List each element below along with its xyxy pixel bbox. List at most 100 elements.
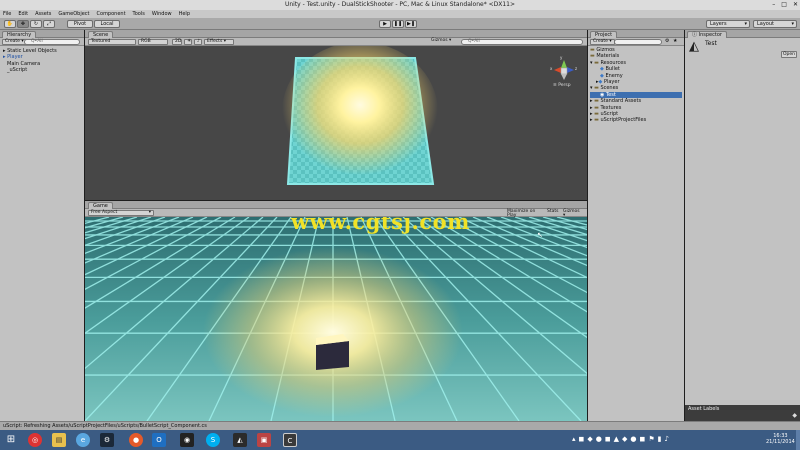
aspect-label: Free Aspect (91, 210, 118, 215)
layout-label: Layout (757, 21, 774, 27)
maximize-icon[interactable]: □ (781, 0, 787, 10)
obs-icon[interactable]: ◉ (180, 433, 194, 447)
steam-icon[interactable]: ⚙ (100, 433, 114, 447)
render-mode-dropdown[interactable]: Textured (88, 39, 136, 45)
axis-x-label: x (550, 66, 553, 71)
project-tree-label: Standard Assets (600, 98, 642, 105)
project-tree-item[interactable]: ▸ ▬ uScriptProjectFiles (590, 117, 682, 123)
tab-project[interactable]: Project (590, 31, 618, 38)
unity-taskbar-icon[interactable]: ◭ (233, 433, 247, 447)
prefab-icon: ◆ (600, 66, 604, 73)
stats-toggle[interactable]: Stats (545, 209, 561, 216)
open-button[interactable]: Open (781, 51, 797, 58)
volume-icon[interactable]: ♪ (664, 435, 671, 443)
tag-icon[interactable]: ◆ (792, 412, 797, 419)
menu-help[interactable]: Help (179, 10, 190, 18)
skype-icon[interactable]: S (206, 433, 220, 447)
mode-2d-toggle[interactable]: 2D (172, 39, 182, 45)
maximize-on-play-toggle[interactable]: Maximize on Play (505, 209, 543, 218)
hierarchy-list: ▸ Static Level Objects ▸ Player Main Cam… (0, 46, 84, 76)
persp-text: Persp (558, 83, 571, 88)
hand-tool-button[interactable]: ✋ (4, 20, 16, 28)
project-search-input[interactable] (614, 39, 662, 45)
menu-assets[interactable]: Assets (35, 10, 51, 18)
scale-tool-button[interactable]: ⤢ (43, 20, 55, 28)
project-tree-label: Resources (600, 59, 626, 66)
light-toggle[interactable]: ☀ (184, 39, 192, 45)
scene-gizmo[interactable]: y x z ≡ Persp (549, 55, 579, 92)
clock[interactable]: 16:33 21/11/2014 (766, 433, 795, 445)
windows-start-icon[interactable]: ⊞ (4, 433, 18, 447)
tray-app-icon[interactable]: ▲ (614, 435, 622, 443)
project-panel: Project Create ▾ ⚙ ★ ▬ Gizmos ▬ Material… (588, 30, 684, 421)
hierarchy-search-input[interactable]: Q•All (24, 39, 80, 45)
audio-toggle[interactable]: ♪ (194, 39, 202, 45)
pivot-toggle[interactable]: Pivot (67, 20, 93, 28)
pause-button[interactable]: ❚❚ (392, 20, 404, 28)
tab-scene[interactable]: Scene (88, 31, 114, 38)
game-viewport[interactable]: www.cgtsj.com ↖ (85, 217, 587, 421)
folder-icon: ▬ (590, 47, 595, 53)
layout-dropdown[interactable]: Layout ▾ (753, 20, 797, 28)
tray-app-icon[interactable]: ● (596, 435, 605, 443)
hierarchy-search-placeholder: Q•All (31, 39, 43, 44)
menu-component[interactable]: Component (97, 10, 126, 18)
step-button[interactable]: ▶❚ (405, 20, 417, 28)
system-tray[interactable]: ▴◼◆●◼▲◆●◼⚑▮♪ (572, 435, 672, 443)
tray-app-icon[interactable]: ◼ (605, 435, 614, 443)
scene-gizmos-dropdown[interactable]: Gizmos ▾ (429, 38, 457, 45)
hierarchy-create-button[interactable]: Create ▾ (2, 39, 27, 45)
show-desktop-button[interactable] (796, 430, 800, 450)
render-mode-label: Textured (91, 39, 111, 44)
pause-icon: ❚❚ (393, 21, 403, 27)
axis-gizmo-icon (554, 60, 574, 80)
project-tree-label: Test (605, 91, 616, 98)
file-explorer-icon[interactable]: ▤ (52, 433, 66, 447)
star-icon[interactable]: ★ (673, 38, 677, 45)
camtasia-icon[interactable]: C (283, 433, 297, 447)
chrome-icon[interactable]: ◎ (28, 433, 42, 447)
folder-icon: ▬ (590, 53, 595, 60)
folder-icon: ▬ (594, 85, 599, 92)
play-button[interactable]: ▶ (379, 20, 391, 28)
filter-icon[interactable]: ⚙ (665, 38, 669, 45)
persp-icon: ≡ (553, 83, 557, 88)
effects-dropdown[interactable]: Effects ▾ (204, 39, 234, 45)
local-toggle[interactable]: Local (94, 20, 120, 28)
close-icon[interactable]: ✕ (793, 0, 798, 10)
scene-search-input[interactable]: Q•All (461, 39, 583, 45)
tab-hierarchy[interactable]: Hierarchy (2, 31, 37, 38)
status-message: uScript: Refreshing Assets/uScriptProjec… (3, 423, 207, 429)
menu-tools[interactable]: Tools (133, 10, 145, 18)
tray-app-icon[interactable]: ● (630, 435, 639, 443)
menu-gameobject[interactable]: GameObject (58, 10, 89, 18)
hierarchy-item[interactable]: _uScript (3, 67, 81, 73)
menu-edit[interactable]: Edit (18, 10, 28, 18)
window-title-bar: Unity - Test.unity - DualStickShooter - … (0, 0, 800, 10)
outlook-icon[interactable]: O (152, 433, 166, 447)
menu-window[interactable]: Window (152, 10, 172, 18)
move-tool-button[interactable]: ✥ (17, 20, 29, 28)
tab-inspector[interactable]: ⓘ Inspector (687, 31, 727, 38)
rotate-tool-button[interactable]: ↻ (30, 20, 42, 28)
firefox-icon[interactable]: ● (129, 433, 143, 447)
layers-dropdown[interactable]: Layers ▾ (706, 20, 750, 28)
ie-icon[interactable]: e (76, 433, 90, 447)
game-gizmos-dropdown[interactable]: Gizmos ▾ (561, 209, 585, 218)
app-icon[interactable]: ▣ (257, 433, 271, 447)
project-create-button[interactable]: Create ▾ (590, 39, 615, 45)
menu-file[interactable]: File (3, 10, 11, 18)
speaker-icon: ♪ (197, 39, 200, 44)
tab-game[interactable]: Game (88, 202, 113, 209)
scene-viewport[interactable]: y x z ≡ Persp (85, 46, 587, 200)
hierarchy-item-label: Static Level Objects (7, 48, 57, 54)
color-mode-dropdown[interactable]: RGB (138, 39, 168, 45)
aspect-dropdown[interactable]: Free Aspect ▾ (88, 210, 154, 216)
persp-label[interactable]: ≡ Persp (553, 83, 571, 88)
game-panel: Game Free Aspect ▾ Maximize on Play Stat… (85, 201, 587, 421)
game-toolbar: Free Aspect ▾ Maximize on Play Stats Giz… (85, 209, 587, 218)
minimize-icon[interactable]: – (772, 0, 775, 10)
tray-app-icon[interactable]: ◆ (587, 435, 595, 443)
tray-app-icon[interactable]: ◼ (579, 435, 588, 443)
flag-icon[interactable]: ⚑ (648, 435, 657, 443)
